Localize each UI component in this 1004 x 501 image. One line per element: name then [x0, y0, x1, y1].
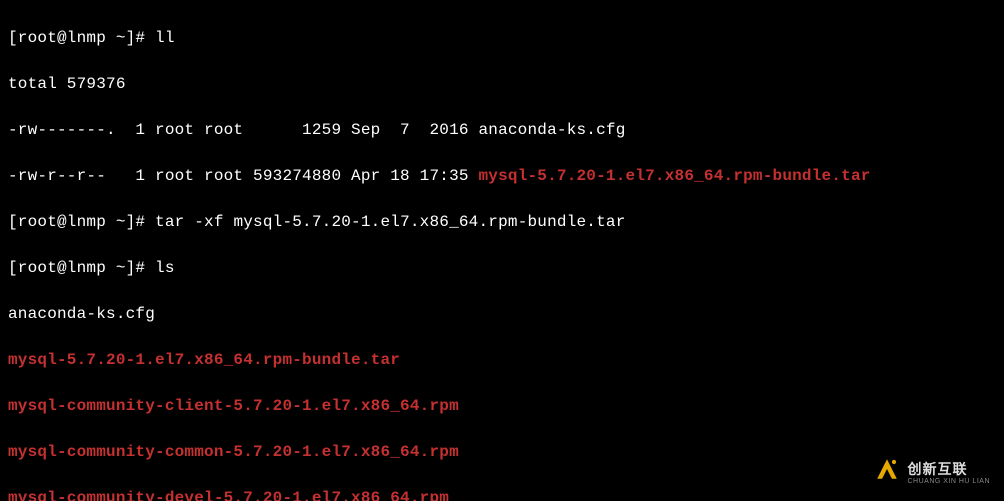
watermark-en: CHUANG XIN HU LIAN	[907, 478, 990, 485]
output-total: total 579376	[8, 73, 996, 96]
terminal-output[interactable]: [root@lnmp ~]# ll total 579376 -rw------…	[0, 0, 1004, 501]
watermark: 创新互联 CHUANG XIN HU LIAN	[873, 455, 990, 491]
ls-row-file: mysql-5.7.20-1.el7.x86_64.rpm-bundle.tar	[478, 167, 870, 185]
ls-file: mysql-community-devel-5.7.20-1.el7.x86_6…	[8, 487, 996, 501]
ls-file: mysql-community-common-5.7.20-1.el7.x86_…	[8, 441, 996, 464]
logo-icon	[873, 455, 901, 491]
shell-prompt: [root@lnmp ~]#	[8, 259, 155, 277]
ls-file: anaconda-ks.cfg	[8, 303, 996, 326]
watermark-cn: 创新互联	[907, 462, 990, 476]
shell-prompt: [root@lnmp ~]#	[8, 29, 155, 47]
command-text: ls	[155, 259, 175, 277]
command-text: ll	[155, 29, 175, 47]
shell-prompt: [root@lnmp ~]#	[8, 213, 155, 231]
ls-file: mysql-5.7.20-1.el7.x86_64.rpm-bundle.tar	[8, 349, 996, 372]
ls-row-perm: -rw-r--r-- 1 root root 593274880 Apr 18 …	[8, 167, 478, 185]
ls-row: -rw-------. 1 root root 1259 Sep 7 2016 …	[8, 119, 996, 142]
command-text: tar -xf mysql-5.7.20-1.el7.x86_64.rpm-bu…	[155, 213, 625, 231]
ls-file: mysql-community-client-5.7.20-1.el7.x86_…	[8, 395, 996, 418]
